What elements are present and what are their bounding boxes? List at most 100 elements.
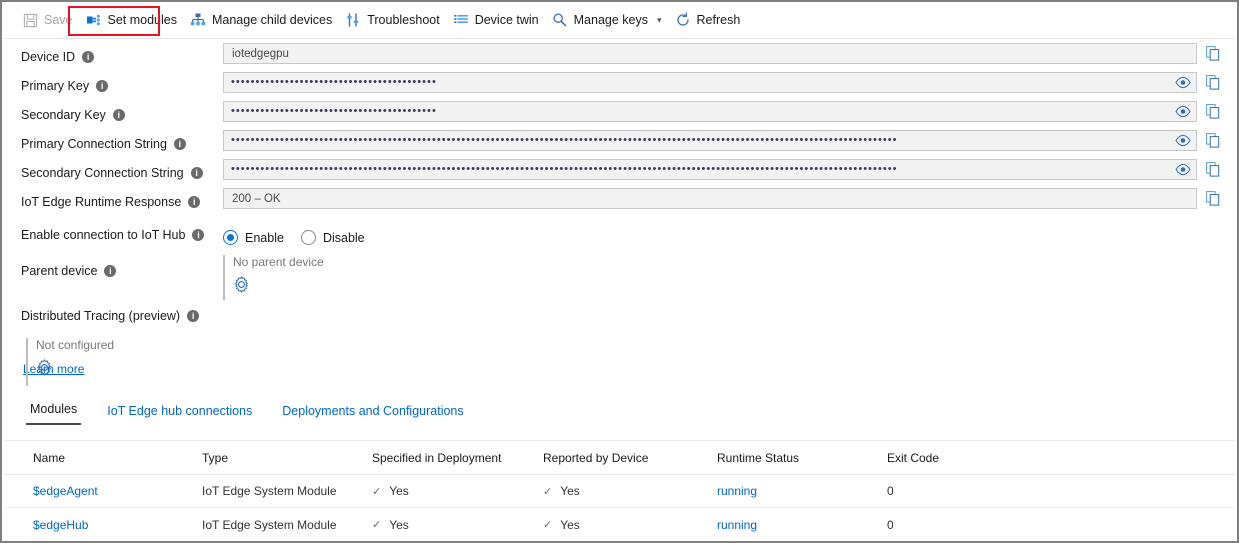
primary-key-input[interactable] xyxy=(223,72,1197,93)
refresh-button[interactable]: Refresh xyxy=(671,5,750,35)
runtime-response-field-wrap xyxy=(223,188,1197,209)
info-icon[interactable]: i xyxy=(96,80,109,92)
secondary-connection-string-input[interactable] xyxy=(223,159,1197,180)
primary-key-field-wrap: ••••••••••••••••••••••••••••••••••••••••… xyxy=(223,72,1197,93)
check-icon: ✓ xyxy=(543,485,553,498)
device-details-panel: Save Set modules Manage child devices Tr… xyxy=(0,0,1239,543)
exit-code-value: 0 xyxy=(887,517,894,532)
table-row: $edgeHub IoT Edge System Module ✓ Yes ✓ … xyxy=(4,508,1235,541)
copy-primary-connection-string-button[interactable] xyxy=(1203,129,1223,151)
copy-secondary-connection-string-button[interactable] xyxy=(1203,158,1223,180)
parent-device-settings-icon[interactable] xyxy=(233,276,250,293)
radio-enable[interactable]: Enable xyxy=(223,230,284,245)
device-twin-button[interactable]: Device twin xyxy=(449,5,548,35)
info-icon[interactable]: i xyxy=(112,109,125,121)
manage-child-devices-icon xyxy=(190,12,206,28)
column-header-specified-in-deployment[interactable]: Specified in Deployment xyxy=(372,451,543,465)
manage-keys-button[interactable]: Manage keys ▾ xyxy=(548,5,671,35)
info-icon[interactable]: i xyxy=(190,167,203,179)
info-icon[interactable]: i xyxy=(104,265,117,277)
field-row-secondary-key: Secondary Key i ••••••••••••••••••••••••… xyxy=(4,101,1235,132)
secondary-key-field-wrap: ••••••••••••••••••••••••••••••••••••••••… xyxy=(223,101,1197,122)
manage-child-devices-label: Manage child devices xyxy=(211,13,333,27)
field-row-primary-key: Primary Key i ••••••••••••••••••••••••••… xyxy=(4,72,1235,103)
save-label: Save xyxy=(44,13,73,27)
copy-primary-key-button[interactable] xyxy=(1203,71,1223,93)
field-row-parent-device: Parent device i xyxy=(4,260,1235,288)
distributed-tracing-label: Distributed Tracing (preview) i xyxy=(21,305,200,327)
show-secondary-connection-string-icon[interactable] xyxy=(1175,162,1191,177)
save-button[interactable]: Save xyxy=(18,5,82,35)
radio-enable-circle xyxy=(223,230,238,245)
secondary-connection-string-label: Secondary Connection String i xyxy=(21,162,203,184)
module-name-link[interactable]: $edgeAgent xyxy=(33,484,98,498)
module-tabs: Modules IoT Edge hub connections Deploym… xyxy=(26,402,468,425)
radio-disable[interactable]: Disable xyxy=(300,230,365,245)
save-icon xyxy=(22,12,38,28)
copy-runtime-response-button[interactable] xyxy=(1203,187,1223,209)
tab-modules[interactable]: Modules xyxy=(26,402,82,425)
device-twin-label: Device twin xyxy=(474,13,539,27)
secondary-connection-string-field-wrap: ••••••••••••••••••••••••••••••••••••••••… xyxy=(223,159,1197,180)
show-primary-key-icon[interactable] xyxy=(1175,75,1191,90)
module-name-link[interactable]: $edgeHub xyxy=(33,518,88,532)
field-row-primary-connection-string: Primary Connection String i ••••••••••••… xyxy=(4,130,1235,161)
set-modules-button[interactable]: Set modules xyxy=(82,5,186,35)
specified-in-deployment-value: Yes xyxy=(389,484,409,499)
device-id-input[interactable] xyxy=(223,43,1197,64)
check-icon: ✓ xyxy=(372,485,382,498)
column-header-name[interactable]: Name xyxy=(33,451,202,465)
tab-deployments-and-configurations[interactable]: Deployments and Configurations xyxy=(278,404,467,425)
column-header-runtime-status[interactable]: Runtime Status xyxy=(717,451,887,465)
manage-keys-label: Manage keys xyxy=(573,13,648,27)
chevron-down-icon: ▾ xyxy=(656,14,662,25)
info-icon[interactable]: i xyxy=(188,196,201,208)
field-row-runtime-response: IoT Edge Runtime Response i xyxy=(4,188,1235,219)
field-row-enable-connection: Enable connection to IoT Hub i xyxy=(4,224,1235,252)
distributed-tracing-status: Not configured xyxy=(36,338,115,352)
parent-device-block: No parent device xyxy=(223,255,324,300)
refresh-icon xyxy=(675,12,691,28)
secondary-key-label: Secondary Key i xyxy=(21,104,125,126)
copy-secondary-key-button[interactable] xyxy=(1203,100,1223,122)
parent-device-status: No parent device xyxy=(233,255,324,269)
column-header-exit-code[interactable]: Exit Code xyxy=(887,451,1007,465)
distributed-tracing-settings-icon[interactable] xyxy=(36,359,53,376)
radio-disable-circle xyxy=(300,230,316,245)
device-id-label: Device ID i xyxy=(21,46,95,68)
show-secondary-key-icon[interactable] xyxy=(1175,104,1191,119)
set-modules-label: Set modules xyxy=(107,13,177,27)
manage-keys-icon xyxy=(552,12,568,28)
troubleshoot-button[interactable]: Troubleshoot xyxy=(341,5,449,35)
column-header-type[interactable]: Type xyxy=(202,451,372,465)
info-icon[interactable]: i xyxy=(173,138,186,150)
info-icon[interactable]: i xyxy=(192,229,205,241)
primary-connection-string-field-wrap: ••••••••••••••••••••••••••••••••••••••••… xyxy=(223,130,1197,151)
check-icon: ✓ xyxy=(543,519,553,532)
check-icon: ✓ xyxy=(372,519,382,532)
command-bar: Save Set modules Manage child devices Tr… xyxy=(4,2,1235,39)
enable-connection-label: Enable connection to IoT Hub i xyxy=(21,224,205,246)
table-header-row: Name Type Specified in Deployment Report… xyxy=(4,441,1235,475)
runtime-status-link[interactable]: running xyxy=(717,518,757,532)
table-row: $edgeAgent IoT Edge System Module ✓ Yes … xyxy=(4,475,1235,508)
distributed-tracing-block: Not configured xyxy=(26,338,114,386)
column-header-reported-by-device[interactable]: Reported by Device xyxy=(543,451,717,465)
specified-in-deployment-value: Yes xyxy=(389,517,409,532)
troubleshoot-label: Troubleshoot xyxy=(367,13,440,27)
reported-by-device-value: Yes xyxy=(560,517,580,532)
manage-child-devices-button[interactable]: Manage child devices xyxy=(186,5,341,35)
secondary-key-input[interactable] xyxy=(223,101,1197,122)
tab-iot-edge-hub-connections[interactable]: IoT Edge hub connections xyxy=(103,404,256,425)
exit-code-value: 0 xyxy=(887,484,894,498)
info-icon[interactable]: i xyxy=(82,51,95,63)
copy-device-id-button[interactable] xyxy=(1203,42,1223,64)
module-type: IoT Edge System Module xyxy=(202,484,337,498)
info-icon[interactable]: i xyxy=(187,310,200,322)
runtime-status-link[interactable]: running xyxy=(717,484,757,498)
field-row-distributed-tracing: Distributed Tracing (preview) i xyxy=(4,305,1235,333)
primary-connection-string-input[interactable] xyxy=(223,130,1197,151)
runtime-response-input[interactable] xyxy=(223,188,1197,209)
reported-by-device-value: Yes xyxy=(560,484,580,499)
show-primary-connection-string-icon[interactable] xyxy=(1175,133,1191,148)
